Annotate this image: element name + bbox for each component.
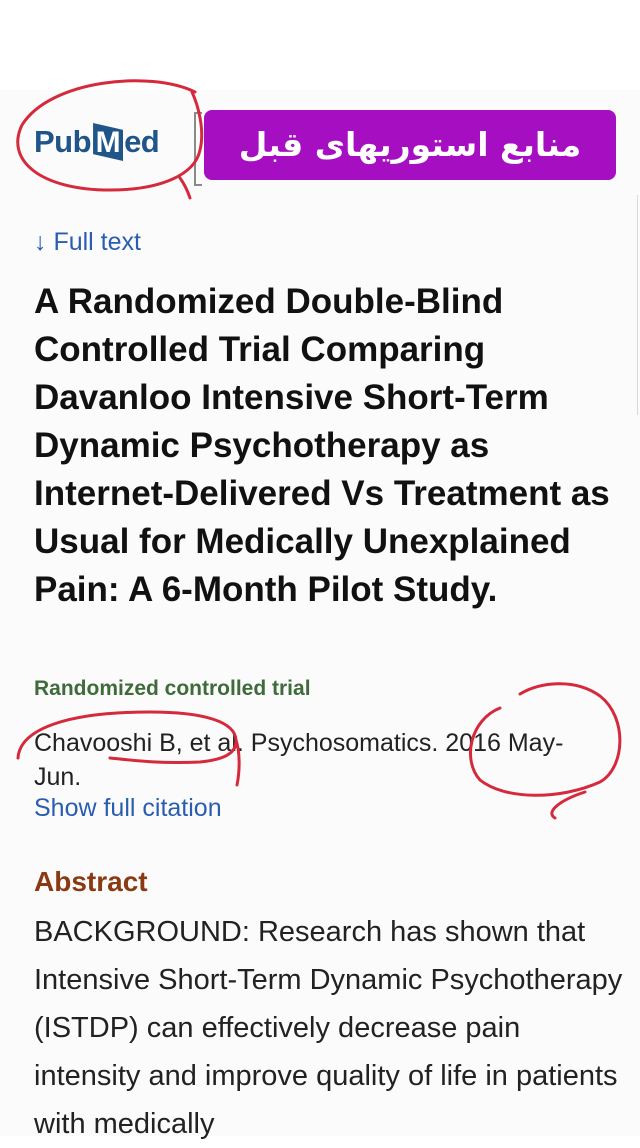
top-margin — [0, 0, 640, 90]
full-text-link[interactable]: ↓ Full text — [34, 228, 141, 257]
search-box-edge[interactable] — [194, 112, 202, 186]
logo-ed-text: ed — [124, 124, 160, 159]
show-full-citation-link[interactable]: Show full citation — [34, 794, 222, 823]
pubmed-logo[interactable]: Pub M ed — [34, 120, 160, 164]
pubmed-page: Pub M ed منابع استوریهای قبل ↓ Full text… — [0, 0, 640, 1140]
logo-m-badge: M — [93, 123, 124, 161]
citation-line: Chavooshi B, et al. Psychosomatics. 2016… — [34, 729, 564, 791]
abstract-heading: Abstract — [34, 866, 148, 897]
logo-pub-text: Pub — [34, 124, 92, 159]
story-sources-banner: منابع استوریهای قبل — [204, 110, 616, 180]
publication-type: Randomized controlled trial — [34, 677, 311, 700]
page-edge-divider — [637, 195, 638, 415]
abstract-text: BACKGROUND: Research has shown that Inte… — [34, 916, 623, 1140]
article-title: A Randomized Double-Blind Controlled Tri… — [34, 282, 610, 609]
